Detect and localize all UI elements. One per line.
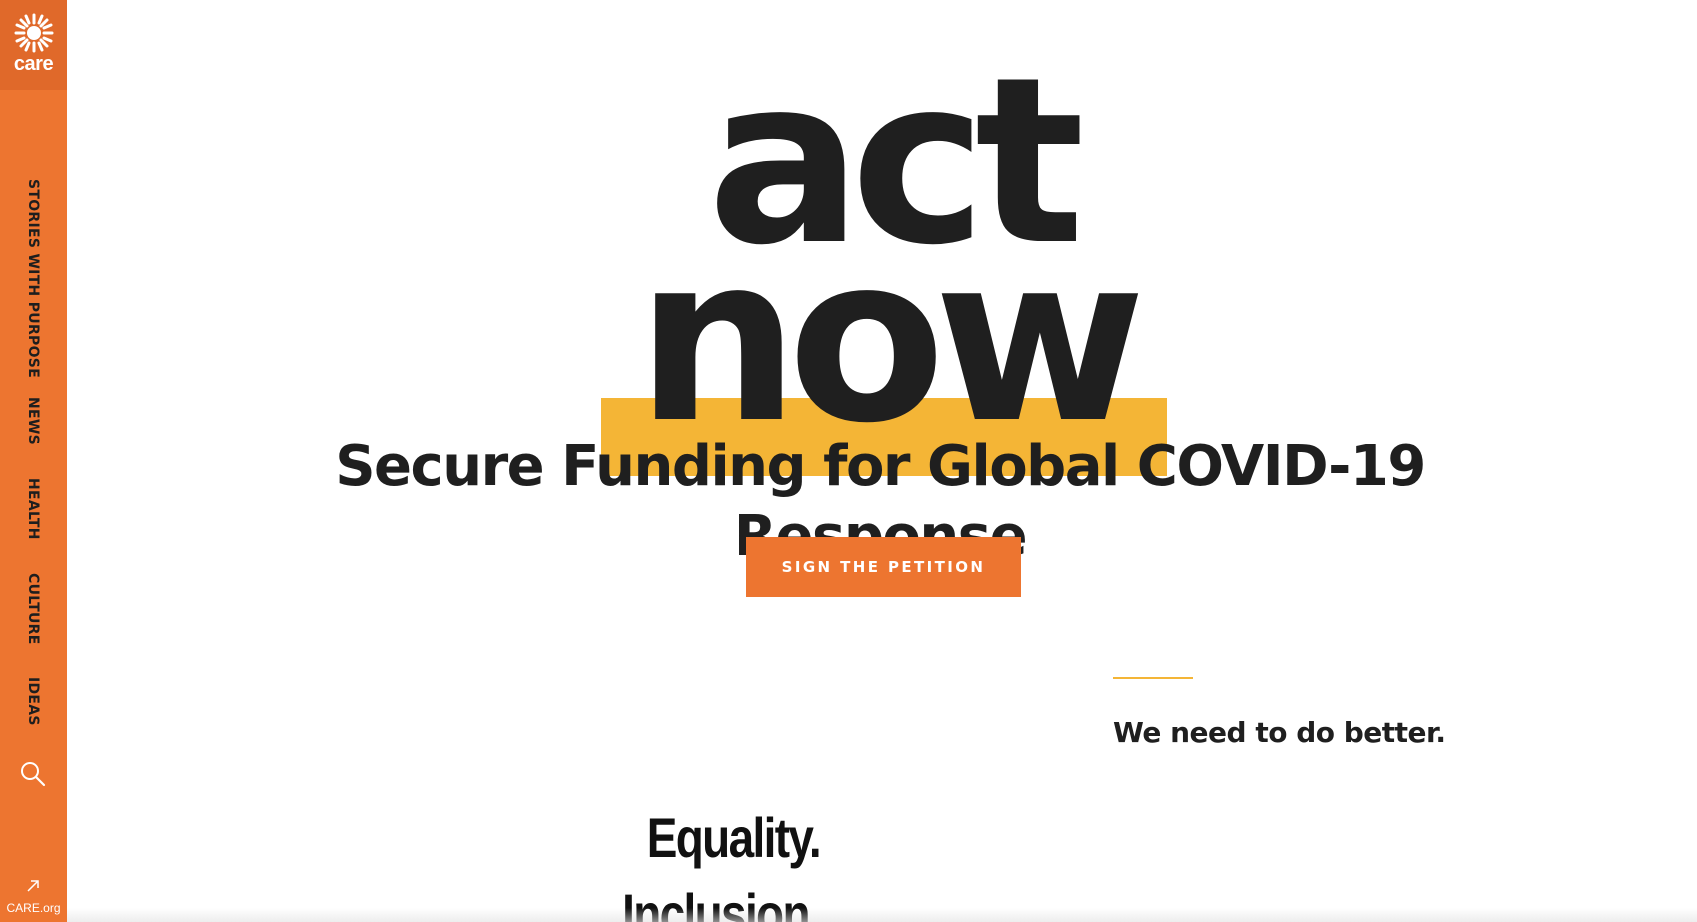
page: care STORIES WITH PURPOSE NEWS HEALTH CU…	[0, 0, 1697, 922]
bottom-fade	[67, 908, 1697, 922]
search-button[interactable]	[19, 760, 47, 788]
sign-petition-button[interactable]: SIGN THE PETITION	[746, 537, 1021, 597]
hero-word-now: now	[635, 207, 1146, 474]
value-equality: Equality.	[646, 806, 822, 869]
nav-item-culture[interactable]: CULTURE	[20, 573, 46, 645]
values-list: Equality. Inclusion.	[574, 800, 822, 922]
logo-text: care	[13, 53, 54, 75]
search-icon	[21, 762, 46, 787]
nav-item-news[interactable]: NEWS	[20, 397, 46, 445]
divider	[1113, 677, 1193, 679]
nav-item-ideas[interactable]: IDEAS	[20, 677, 46, 726]
section-heading: We need to do better.	[1113, 716, 1446, 749]
care-sun-logo-icon	[14, 13, 54, 53]
nav-item-health[interactable]: HEALTH	[20, 478, 46, 540]
care-org-label: CARE.org	[6, 901, 61, 915]
care-logo[interactable]: care	[0, 0, 67, 90]
sidebar: care STORIES WITH PURPOSE NEWS HEALTH CU…	[0, 0, 67, 922]
nav-item-stories-with-purpose[interactable]: STORIES WITH PURPOSE	[20, 179, 46, 378]
arrow-up-right-icon	[27, 880, 39, 892]
care-org-link[interactable]: CARE.org	[0, 876, 67, 922]
